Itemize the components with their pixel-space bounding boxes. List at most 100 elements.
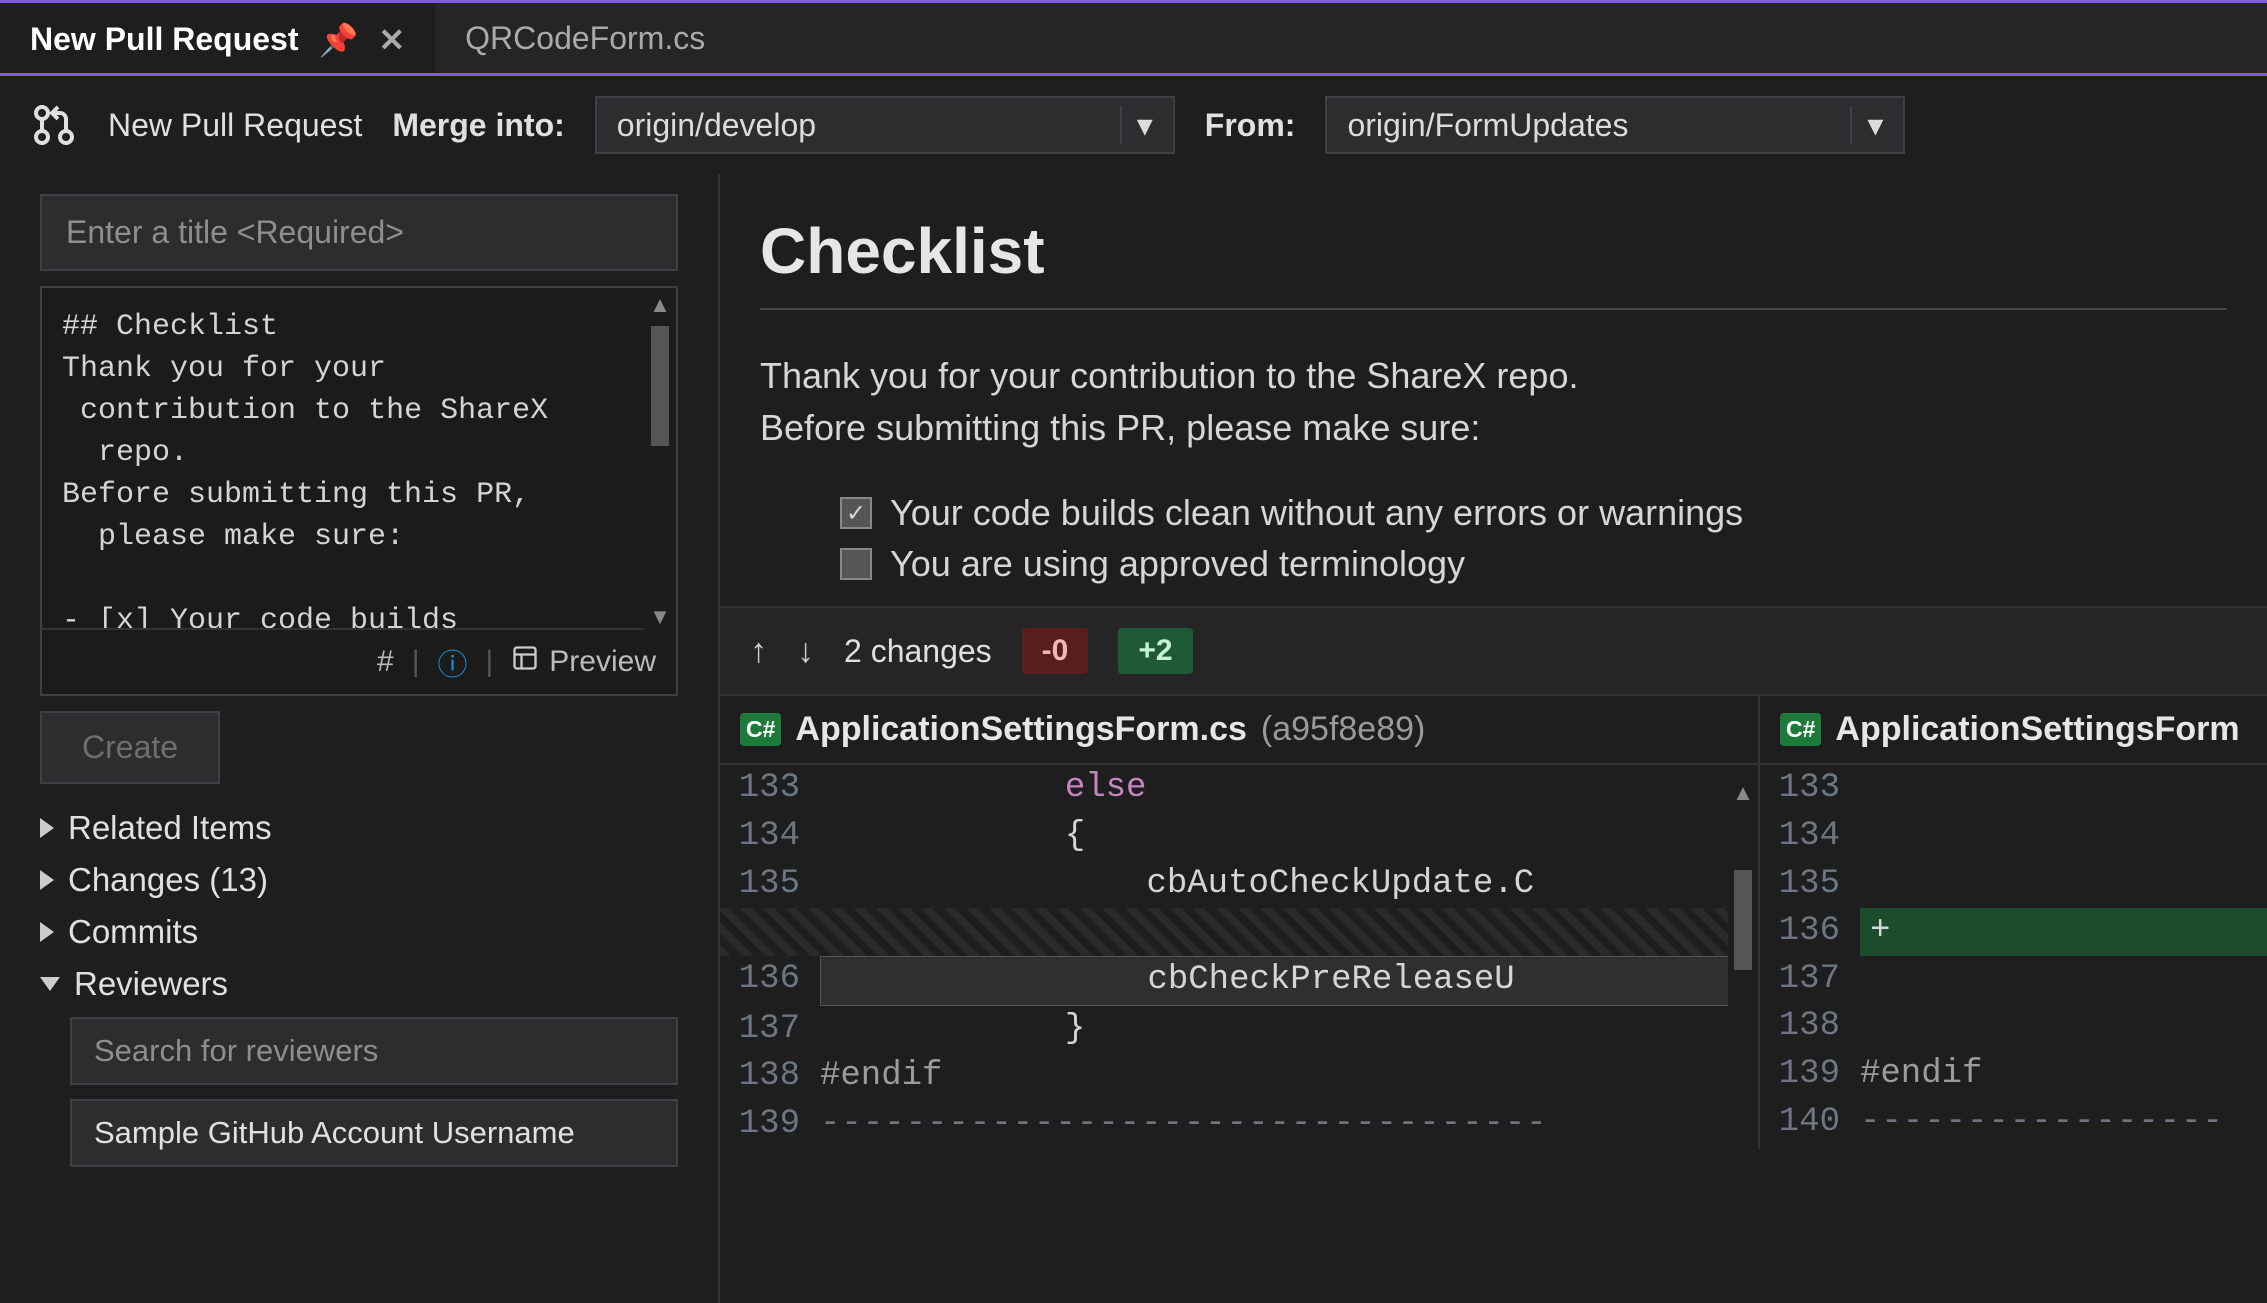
tree-label: Commits	[68, 913, 198, 951]
checkbox-icon[interactable]: ✓	[840, 497, 872, 529]
tree-label: Changes (13)	[68, 861, 268, 899]
code-line[interactable]: 136 cbCheckPreReleaseU	[720, 956, 1758, 1006]
preview-checklist: ✓ Your code builds clean without any err…	[760, 484, 2227, 586]
checkbox-icon[interactable]	[840, 548, 872, 580]
scroll-thumb[interactable]	[1734, 870, 1752, 970]
pin-icon[interactable]: 📌	[319, 21, 359, 59]
hash-icon[interactable]: #	[377, 645, 394, 679]
scroll-up-icon[interactable]: ▲	[649, 288, 671, 322]
scrollbar[interactable]: ▲	[1728, 776, 1758, 1148]
line-content: ----------------------------------	[820, 1101, 1758, 1149]
tree-reviewers[interactable]: Reviewers	[40, 965, 678, 1003]
code-line[interactable]: 136+	[1760, 908, 2267, 956]
line-number: 139	[720, 1101, 820, 1149]
code-line[interactable]: 133 else	[720, 765, 1758, 813]
preview-icon	[511, 644, 539, 680]
line-number: 138	[1760, 1003, 1860, 1051]
reviewer-item[interactable]: Sample GitHub Account Username	[70, 1099, 678, 1167]
code-line[interactable]: 134 {	[720, 813, 1758, 861]
tree-changes[interactable]: Changes (13)	[40, 861, 678, 899]
preview-toggle[interactable]: Preview	[511, 644, 656, 680]
line-content: }	[820, 1006, 1758, 1054]
preview-paragraph: Before submitting this PR, please make s…	[760, 402, 2227, 454]
code-line[interactable]: 134	[1760, 813, 2267, 861]
code-left[interactable]: 133 else134 {135 cbAutoCheckUpdate.C 136 …	[720, 765, 1758, 1148]
pull-request-icon	[30, 101, 78, 149]
chevron-right-icon	[40, 818, 54, 838]
chevron-down-icon	[40, 977, 60, 991]
code-line[interactable]: 135	[1760, 861, 2267, 909]
line-content: {	[820, 813, 1758, 861]
line-content: +	[1860, 908, 2267, 956]
csharp-icon: C#	[1780, 713, 1821, 746]
code-line[interactable]: 138#endif	[720, 1053, 1758, 1101]
diff-files: C# ApplicationSettingsForm.cs (a95f8e89)…	[720, 694, 2267, 1148]
line-number: 133	[1760, 765, 1860, 813]
line-content: -----------------	[1860, 1099, 2267, 1147]
diff-spacer	[720, 908, 1758, 956]
diff-toolbar: ↑ ↓ 2 changes -0 +2	[720, 606, 2267, 694]
tab-new-pull-request[interactable]: New Pull Request 📌 ✕	[0, 3, 435, 73]
file-sha: (a95f8e89)	[1261, 710, 1425, 749]
line-content: else	[820, 765, 1758, 813]
preview-heading: Checklist	[760, 214, 2227, 288]
left-pane: Enter a title <Required> ## Checklist Th…	[0, 174, 720, 1303]
tree-related-items[interactable]: Related Items	[40, 809, 678, 847]
line-number: 137	[720, 1006, 820, 1054]
from-value: origin/FormUpdates	[1347, 107, 1628, 144]
code-line[interactable]: 135 cbAutoCheckUpdate.C	[720, 861, 1758, 909]
preview-label: Preview	[549, 645, 656, 679]
line-content	[1860, 1003, 2267, 1051]
code-line[interactable]: 138	[1760, 1003, 2267, 1051]
tree-label: Reviewers	[74, 965, 228, 1003]
from-select[interactable]: origin/FormUpdates ▾	[1325, 96, 1905, 154]
line-content	[1860, 861, 2267, 909]
tab-qrcodeform[interactable]: QRCodeForm.cs	[435, 3, 735, 73]
header-title: New Pull Request	[108, 107, 362, 144]
changes-count: 2 changes	[844, 633, 992, 670]
title-input[interactable]: Enter a title <Required>	[40, 194, 678, 271]
info-icon[interactable]: ⓘ	[438, 640, 468, 684]
line-number: 140	[1760, 1099, 1860, 1147]
code-line[interactable]: 139----------------------------------	[720, 1101, 1758, 1149]
create-button[interactable]: Create	[40, 711, 220, 784]
reviewer-search-input[interactable]: Search for reviewers	[70, 1017, 678, 1085]
prev-change-icon[interactable]: ↑	[750, 632, 767, 671]
csharp-icon: C#	[740, 713, 781, 746]
scrollbar[interactable]: ▲ ▼	[644, 288, 676, 634]
tab-label: QRCodeForm.cs	[465, 20, 705, 57]
check-item: You are using approved terminology	[840, 542, 2227, 586]
line-number: 135	[1760, 861, 1860, 909]
next-change-icon[interactable]: ↓	[797, 632, 814, 671]
line-content: #endif	[820, 1053, 1758, 1101]
chevron-right-icon	[40, 870, 54, 890]
file-header-left: C# ApplicationSettingsForm.cs (a95f8e89)	[720, 696, 1758, 765]
code-right[interactable]: 133134135136+137138139#endif140---------…	[1760, 765, 2267, 1146]
code-line[interactable]: 139#endif	[1760, 1051, 2267, 1099]
tree: Related Items Changes (13) Commits Revie…	[40, 809, 678, 1167]
divider	[760, 308, 2227, 310]
from-label: From:	[1205, 107, 1296, 144]
tree-label: Related Items	[68, 809, 272, 847]
merge-into-select[interactable]: origin/develop ▾	[595, 96, 1175, 154]
code-line[interactable]: 133	[1760, 765, 2267, 813]
deletions-badge: -0	[1022, 628, 1089, 674]
tree-commits[interactable]: Commits	[40, 913, 678, 951]
scroll-down-icon[interactable]: ▼	[649, 600, 671, 634]
code-line[interactable]: 137	[1760, 956, 2267, 1004]
line-number: 133	[720, 765, 820, 813]
code-line[interactable]: 137 }	[720, 1006, 1758, 1054]
code-line[interactable]: 140-----------------	[1760, 1099, 2267, 1147]
file-name: ApplicationSettingsForm	[1835, 710, 2239, 749]
scroll-up-icon[interactable]: ▲	[1728, 776, 1758, 810]
line-number: 137	[1760, 956, 1860, 1004]
line-number: 136	[720, 956, 820, 1006]
scroll-thumb[interactable]	[651, 326, 669, 446]
line-content	[1860, 956, 2267, 1004]
description-footer: # | ⓘ | Preview	[42, 628, 676, 694]
description-textarea[interactable]: ## Checklist Thank you for your contribu…	[42, 288, 676, 628]
close-icon[interactable]: ✕	[378, 21, 405, 59]
pr-header: New Pull Request Merge into: origin/deve…	[0, 76, 2267, 174]
line-number: 134	[720, 813, 820, 861]
preview-paragraph: Thank you for your contribution to the S…	[760, 350, 2227, 402]
